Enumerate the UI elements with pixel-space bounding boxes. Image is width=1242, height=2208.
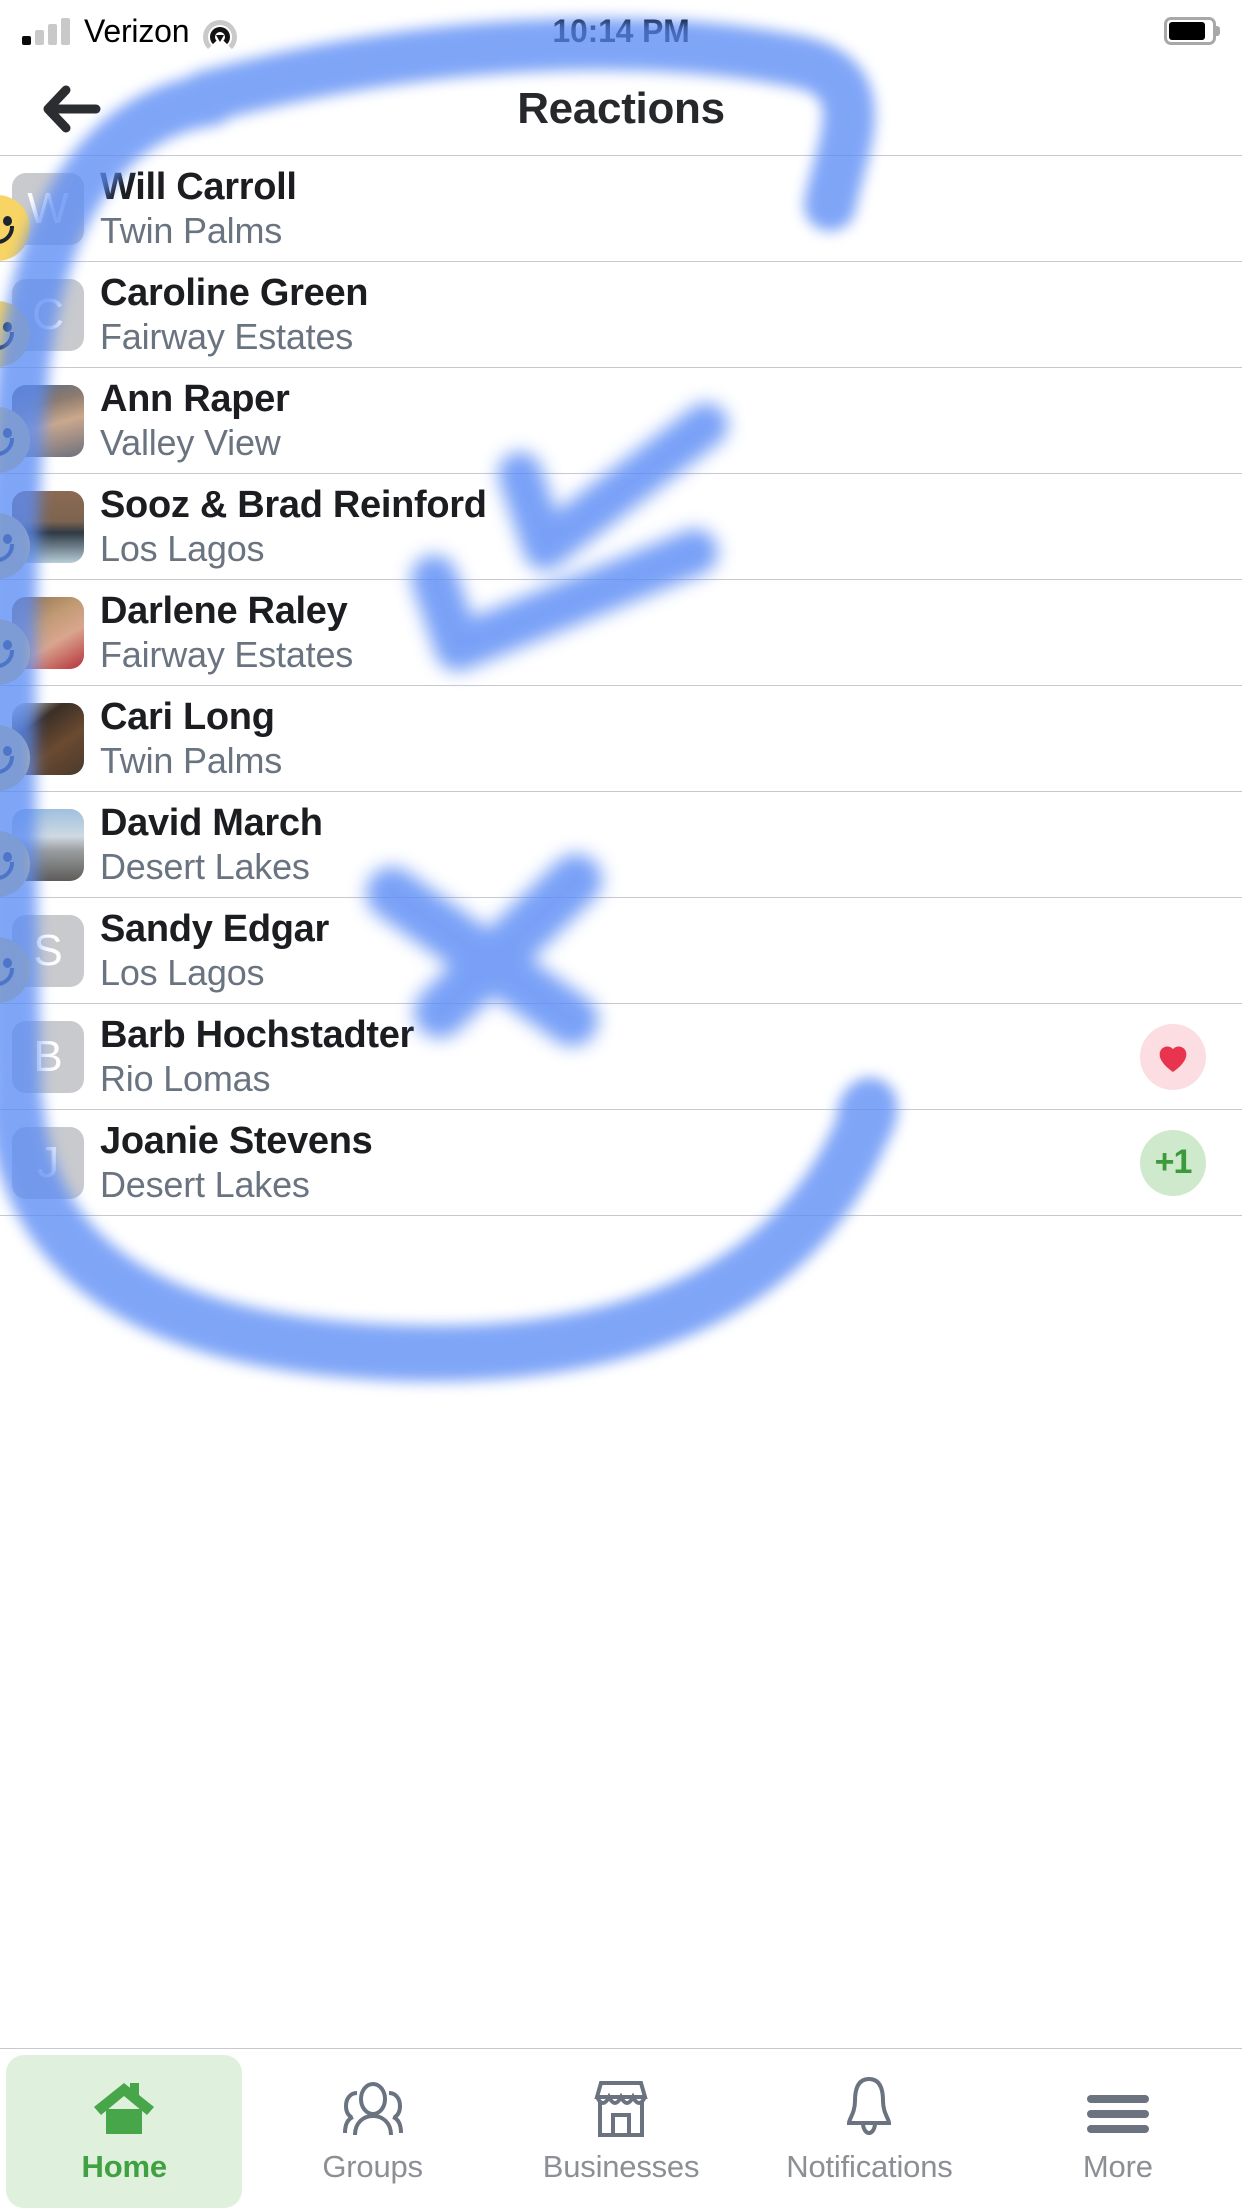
person-name: Barb Hochstadter — [100, 1013, 415, 1056]
reaction-heart-icon — [1140, 1023, 1206, 1090]
list-item[interactable]: Sooz & Brad Reinford Los Lagos — [0, 474, 1242, 580]
avatar-initial: C — [32, 289, 64, 339]
list-item[interactable]: Ann Raper Valley View — [0, 368, 1242, 474]
phone-screen: Verizon 10:14 PM Reactions W Will Carroll… — [0, 0, 1242, 2208]
list-item[interactable]: S Sandy Edgar Los Lagos — [0, 898, 1242, 1004]
page-title: Reactions — [517, 83, 725, 133]
groups-icon — [335, 2073, 411, 2139]
avatar[interactable]: J — [12, 1126, 84, 1199]
person-neighborhood: Los Lagos — [100, 952, 265, 994]
person-name: Sooz & Brad Reinford — [100, 483, 487, 526]
tab-label: Businesses — [542, 2148, 700, 2184]
back-arrow-icon — [43, 85, 101, 132]
person-neighborhood: Fairway Estates — [100, 316, 354, 358]
list-item[interactable]: C Caroline Green Fairway Estates — [0, 262, 1242, 368]
tab-home[interactable]: Home — [0, 2049, 248, 2208]
person-neighborhood: Los Lagos — [100, 528, 265, 570]
tab-label: More — [1082, 2148, 1153, 2184]
status-bar-right — [1164, 0, 1220, 62]
back-button[interactable] — [30, 74, 116, 144]
tab-notifications[interactable]: Notifications — [745, 2049, 993, 2208]
list-item[interactable]: J Joanie Stevens Desert Lakes +1 — [0, 1110, 1242, 1216]
avatar-initial: S — [33, 925, 63, 975]
person-neighborhood: Valley View — [100, 422, 281, 464]
list-item[interactable]: David March Desert Lakes — [0, 792, 1242, 898]
tab-label: Home — [81, 2148, 168, 2184]
person-neighborhood: Twin Palms — [100, 740, 283, 782]
avatar-initial: W — [27, 183, 69, 233]
list-item-text: Joanie Stevens Desert Lakes — [100, 1120, 373, 1206]
person-name: Cari Long — [100, 695, 275, 738]
person-name: Sandy Edgar — [100, 907, 329, 950]
list-item-text: Cari Long Twin Palms — [100, 696, 282, 782]
list-item-text: Ann Raper Valley View — [100, 377, 290, 464]
person-neighborhood: Desert Lakes — [100, 846, 310, 888]
person-name: Caroline Green — [100, 271, 369, 314]
list-item-text: Will Carroll Twin Palms — [100, 166, 297, 252]
list-item-text: Sandy Edgar Los Lagos — [100, 908, 329, 994]
status-bar-clock: 10:14 PM — [552, 12, 690, 49]
storefront-icon — [591, 2073, 651, 2139]
list-item-text: Barb Hochstadter Rio Lomas — [100, 1014, 414, 1100]
list-item-text: Caroline Green Fairway Estates — [100, 271, 369, 358]
bell-icon — [841, 2073, 897, 2139]
list-item[interactable]: W Will Carroll Twin Palms — [0, 156, 1242, 262]
list-item[interactable]: Cari Long Twin Palms — [0, 686, 1242, 792]
avatar-initial: J — [37, 1137, 59, 1187]
navigation-bar: Reactions — [0, 62, 1242, 155]
status-bar: Verizon 10:14 PM — [0, 0, 1242, 62]
person-name: David March — [100, 801, 323, 844]
person-neighborhood: Desert Lakes — [100, 1164, 310, 1206]
avatar[interactable]: B — [12, 1020, 84, 1093]
person-name: Ann Raper — [100, 377, 290, 420]
person-neighborhood: Fairway Estates — [100, 634, 354, 676]
tab-groups[interactable]: Groups — [248, 2049, 496, 2208]
person-name: Joanie Stevens — [100, 1119, 373, 1162]
tab-businesses[interactable]: Businesses — [497, 2049, 745, 2208]
list-item[interactable]: Darlene Raley Fairway Estates — [0, 580, 1242, 686]
person-neighborhood: Rio Lomas — [100, 1058, 271, 1100]
tab-more[interactable]: More — [994, 2049, 1242, 2208]
person-neighborhood: Twin Palms — [100, 210, 283, 252]
tab-label: Groups — [322, 2148, 423, 2184]
reactions-list: W Will Carroll Twin Palms C Caroline Green Fa… — [0, 155, 1242, 1216]
list-item-text: David March Desert Lakes — [100, 802, 323, 888]
person-name: Darlene Raley — [100, 589, 348, 632]
reaction-plus-one-icon: +1 — [1140, 1129, 1206, 1196]
person-name: Will Carroll — [100, 165, 297, 208]
battery-icon — [1164, 17, 1220, 45]
home-icon — [91, 2073, 157, 2139]
list-item-text: Darlene Raley Fairway Estates — [100, 590, 353, 676]
list-item-text: Sooz & Brad Reinford Los Lagos — [100, 484, 487, 570]
bottom-tab-bar: Home Groups Businesses Notifications More — [0, 2048, 1242, 2208]
tab-label: Notifications — [786, 2148, 953, 2184]
avatar-initial: B — [33, 1031, 63, 1081]
list-item[interactable]: B Barb Hochstadter Rio Lomas — [0, 1004, 1242, 1110]
hamburger-menu-icon — [1085, 2073, 1151, 2139]
